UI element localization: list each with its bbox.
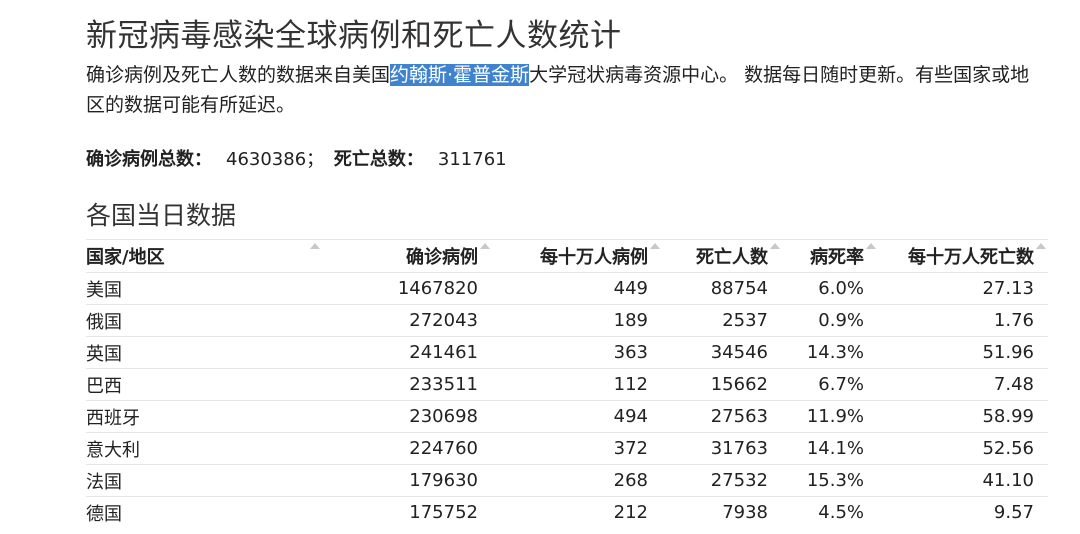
cases-cell: 179630 (362, 464, 492, 497)
cases-cell: 272043 (362, 304, 492, 337)
cases-cell: 241461 (362, 336, 492, 369)
fatality-rate-cell: 6.7% (782, 368, 878, 401)
fatality-rate-cell: 14.3% (782, 336, 878, 369)
cases-cell: 1467820 (362, 272, 492, 305)
cases-cell: 233511 (362, 368, 492, 401)
description: 确诊病例及死亡人数的数据来自美国约翰斯·霍普金斯大学冠状病毒资源中心。 数据每日… (86, 60, 1048, 120)
column-header-deaths-per-100k[interactable]: 每十万人死亡数 (878, 239, 1048, 273)
country-cell: 法国 (86, 464, 362, 497)
description-text-before: 确诊病例及死亡人数的数据来自美国 (86, 64, 391, 86)
country-cell: 巴西 (86, 368, 362, 401)
cases-per-100k-cell: 112 (492, 368, 662, 401)
deaths-cell: 2537 (662, 304, 782, 337)
cases-per-100k-cell: 363 (492, 336, 662, 369)
cases-per-100k-cell: 449 (492, 272, 662, 305)
total-deaths-label: 死亡总数 (333, 149, 406, 170)
table-header-row: 国家/地区 确诊病例 每十万人病例 死亡人数 病死率 每十万人死亡数 (86, 239, 1048, 273)
country-cell: 德国 (86, 496, 362, 528)
page-title: 新冠病毒感染全球病例和死亡人数统计 (86, 18, 622, 54)
fatality-rate-cell: 14.1% (782, 432, 878, 465)
deaths-per-100k-cell: 27.13 (878, 272, 1048, 305)
table-row: 意大利 224760 372 31763 14.1% 52.56 (86, 432, 1048, 465)
deaths-cell: 34546 (662, 336, 782, 369)
deaths-cell: 27563 (662, 400, 782, 433)
fatality-rate-cell: 11.9% (782, 400, 878, 433)
cases-per-100k-cell: 372 (492, 432, 662, 465)
country-cell: 美国 (86, 272, 362, 305)
country-cell: 英国 (86, 336, 362, 369)
cases-per-100k-cell: 212 (492, 496, 662, 528)
cases-per-100k-cell: 494 (492, 400, 662, 433)
sort-arrow-icon[interactable] (650, 243, 660, 249)
column-header-cases-per-100k[interactable]: 每十万人病例 (492, 239, 662, 273)
fatality-rate-cell: 4.5% (782, 496, 878, 528)
column-header-cases[interactable]: 确诊病例 (362, 239, 492, 273)
table-row: 俄国 272043 189 2537 0.9% 1.76 (86, 304, 1048, 337)
cases-per-100k-cell: 268 (492, 464, 662, 497)
total-cases-label: 确诊病例总数 (86, 149, 194, 170)
deaths-per-100k-cell: 41.10 (878, 464, 1048, 497)
table-row: 法国 179630 268 27532 15.3% 41.10 (86, 464, 1048, 497)
deaths-cell: 31763 (662, 432, 782, 465)
cases-cell: 175752 (362, 496, 492, 528)
deaths-cell: 27532 (662, 464, 782, 497)
deaths-cell: 15662 (662, 368, 782, 401)
sort-arrow-icon[interactable] (1036, 243, 1046, 249)
cases-cell: 230698 (362, 400, 492, 433)
sort-arrow-icon[interactable] (310, 243, 320, 249)
deaths-per-100k-cell: 1.76 (878, 304, 1048, 337)
total-deaths-value: 311761 (437, 149, 507, 170)
deaths-per-100k-cell: 9.57 (878, 496, 1048, 528)
fatality-rate-cell: 0.9% (782, 304, 878, 337)
fatality-rate-cell: 6.0% (782, 272, 878, 305)
cases-per-100k-cell: 189 (492, 304, 662, 337)
total-cases-value: 4630386； (226, 149, 325, 170)
deaths-per-100k-cell: 7.48 (878, 368, 1048, 401)
country-cell: 意大利 (86, 432, 362, 465)
deaths-per-100k-cell: 58.99 (878, 400, 1048, 433)
table-row: 英国 241461 363 34546 14.3% 51.96 (86, 336, 1048, 369)
column-header-fatality-rate[interactable]: 病死率 (782, 239, 878, 273)
deaths-per-100k-cell: 51.96 (878, 336, 1048, 369)
column-header-deaths[interactable]: 死亡人数 (662, 239, 782, 273)
selected-text-highlight[interactable]: 约翰斯·霍普金斯 (390, 64, 530, 86)
country-data-table: 国家/地区 确诊病例 每十万人病例 死亡人数 病死率 每十万人死亡数 美国 146… (86, 239, 1048, 528)
sort-arrow-icon[interactable] (770, 243, 780, 249)
deaths-cell: 7938 (662, 496, 782, 528)
table-row: 巴西 233511 112 15662 6.7% 7.48 (86, 368, 1048, 401)
sort-arrow-icon[interactable] (866, 243, 876, 249)
fatality-rate-cell: 15.3% (782, 464, 878, 497)
table-row: 德国 175752 212 7938 4.5% 9.57 (86, 496, 1048, 528)
section-title: 各国当日数据 (86, 201, 237, 230)
column-header-country[interactable]: 国家/地区 (86, 239, 362, 273)
totals-summary: 确诊病例总数： 4630386； 死亡总数： 311761 (86, 149, 507, 170)
deaths-per-100k-cell: 52.56 (878, 432, 1048, 465)
cases-cell: 224760 (362, 432, 492, 465)
country-cell: 西班牙 (86, 400, 362, 433)
deaths-cell: 88754 (662, 272, 782, 305)
country-cell: 俄国 (86, 304, 362, 337)
table-row: 美国 1467820 449 88754 6.0% 27.13 (86, 272, 1048, 305)
sort-arrow-icon[interactable] (480, 243, 490, 249)
table-row: 西班牙 230698 494 27563 11.9% 58.99 (86, 400, 1048, 433)
